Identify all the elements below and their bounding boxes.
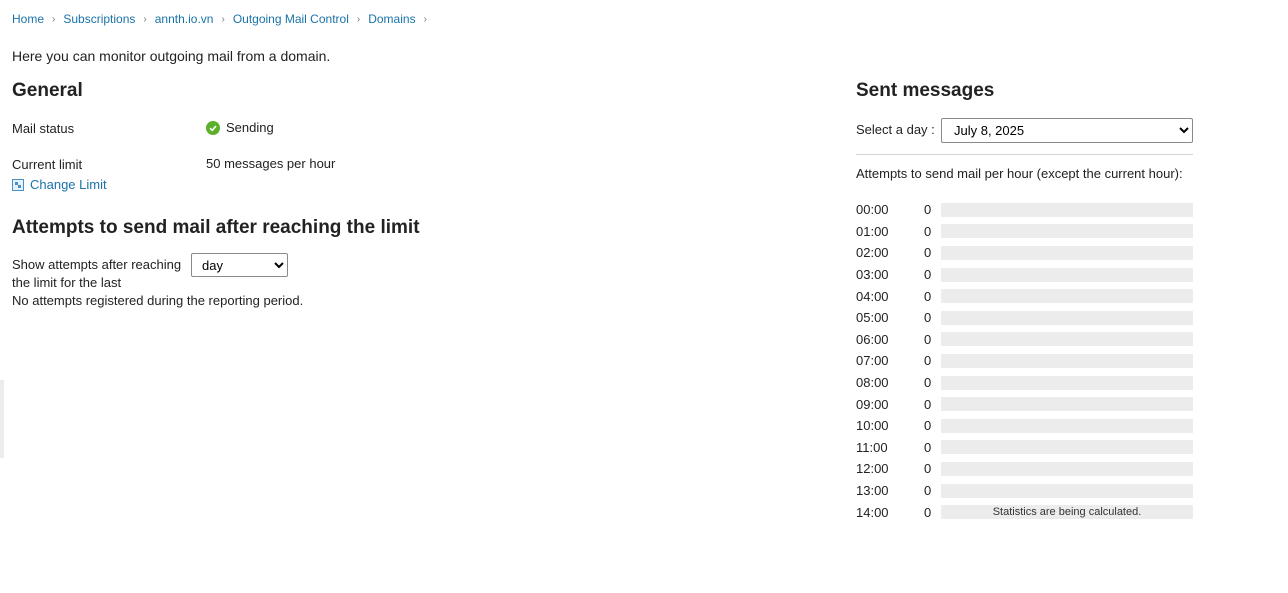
hour-bar <box>941 202 1193 217</box>
hour-row: 11:00 0 <box>856 437 1193 459</box>
breadcrumb-domains[interactable]: Domains <box>368 12 415 26</box>
hour-count: 0 <box>924 418 932 434</box>
hour-count: 0 <box>924 310 932 326</box>
general-heading: General <box>12 80 83 101</box>
chevron-right-icon: › <box>143 13 147 25</box>
hour-bar <box>941 267 1193 282</box>
hour-bar <box>941 245 1193 260</box>
hour-row: 10:00 0 <box>856 415 1193 437</box>
hour-bar <box>941 440 1193 455</box>
hour-label: 01:00 <box>856 223 889 239</box>
hour-row: 13:00 0 <box>856 480 1193 502</box>
hour-label: 05:00 <box>856 310 889 326</box>
hour-label: 04:00 <box>856 288 889 304</box>
chevron-right-icon: › <box>356 13 361 25</box>
attempts-heading: Attempts to send mail after reaching the… <box>12 217 420 238</box>
hour-bar <box>941 310 1193 325</box>
hour-bar: Statistics are being calculated. <box>941 505 1193 520</box>
select-day-label: Select a day : <box>856 122 935 137</box>
hour-count: 0 <box>924 375 932 391</box>
hour-bar <box>941 375 1193 390</box>
day-select[interactable]: July 8, 2025 <box>941 118 1193 143</box>
hour-label: 02:00 <box>856 245 889 261</box>
hour-bar <box>941 289 1193 304</box>
mail-status-label: Mail status <box>12 121 75 136</box>
hour-row: 14:00 0 Statistics are being calculated. <box>856 501 1193 523</box>
change-limit-icon <box>12 178 24 191</box>
show-attempts-label: Show attempts after reaching the limit f… <box>12 257 182 290</box>
chevron-right-icon: › <box>52 13 56 25</box>
hour-label: 07:00 <box>856 353 889 369</box>
divider <box>856 154 1193 155</box>
mail-status-text: Sending <box>226 120 274 135</box>
per-hour-label: Attempts to send mail per hour (except t… <box>856 166 1183 181</box>
hour-label: 09:00 <box>856 396 889 412</box>
chevron-right-icon: › <box>221 13 225 25</box>
check-circle-icon <box>206 120 220 135</box>
hour-row: 02:00 0 <box>856 242 1193 264</box>
hour-count: 0 <box>924 504 932 520</box>
hour-label: 10:00 <box>856 418 889 434</box>
hour-row: 07:00 0 <box>856 350 1193 372</box>
hour-bar <box>941 418 1193 433</box>
hour-label: 06:00 <box>856 331 889 347</box>
chevron-right-icon: › <box>423 13 427 25</box>
sent-messages-heading: Sent messages <box>856 80 995 101</box>
hour-count: 0 <box>924 267 932 283</box>
hour-count: 0 <box>924 245 932 261</box>
current-limit-label: Current limit <box>12 157 83 172</box>
breadcrumb-outgoing-mail-control[interactable]: Outgoing Mail Control <box>233 12 349 26</box>
change-limit-label: Change Limit <box>30 177 107 192</box>
hour-bar <box>941 353 1193 368</box>
hour-count: 0 <box>924 331 932 347</box>
mail-status-value: Sending <box>206 120 274 135</box>
side-panel-handle[interactable] <box>0 380 4 458</box>
hour-label: 03:00 <box>856 267 889 283</box>
hour-count: 0 <box>924 439 932 455</box>
hour-label: 12:00 <box>856 461 889 477</box>
breadcrumb-home[interactable]: Home <box>12 12 44 26</box>
hour-count: 0 <box>924 223 932 239</box>
hour-bar <box>941 397 1193 412</box>
hour-row: 08:00 0 <box>856 372 1193 394</box>
hour-bar <box>941 483 1193 498</box>
hour-row: 05:00 0 <box>856 307 1193 329</box>
hour-bar <box>941 332 1193 347</box>
hour-count: 0 <box>924 288 932 304</box>
hour-bar <box>941 461 1193 476</box>
period-select[interactable]: day <box>191 253 288 277</box>
change-limit-link[interactable]: Change Limit <box>12 177 107 192</box>
hour-label: 13:00 <box>856 483 889 499</box>
hour-label: 08:00 <box>856 375 889 391</box>
breadcrumb: Home › Subscriptions › annth.io.vn › Out… <box>12 12 435 26</box>
hour-row: 01:00 0 <box>856 221 1193 243</box>
hour-label: 11:00 <box>856 439 888 455</box>
hour-count: 0 <box>924 202 932 218</box>
no-attempts-text: No attempts registered during the report… <box>12 293 304 308</box>
hour-count: 0 <box>924 353 932 369</box>
hour-row: 03:00 0 <box>856 264 1193 286</box>
hour-count: 0 <box>924 396 932 412</box>
hour-count: 0 <box>924 483 932 499</box>
intro-text: Here you can monitor outgoing mail from … <box>12 48 331 64</box>
hour-row: 00:00 0 <box>856 199 1193 221</box>
hourly-stats-list: 00:00 0 01:00 0 02:00 0 03:00 0 04:00 0 05:00 0 06:0… <box>856 199 1193 523</box>
breadcrumb-domain[interactable]: annth.io.vn <box>155 12 214 26</box>
hour-count: 0 <box>924 461 932 477</box>
hour-row: 04:00 0 <box>856 285 1193 307</box>
hour-label: 14:00 <box>856 504 889 520</box>
hour-row: 06:00 0 <box>856 329 1193 351</box>
hour-row: 12:00 0 <box>856 458 1193 480</box>
hour-label: 00:00 <box>856 202 889 218</box>
hour-row: 09:00 0 <box>856 393 1193 415</box>
current-limit-value: 50 messages per hour <box>206 156 336 171</box>
breadcrumb-subscriptions[interactable]: Subscriptions <box>63 12 135 26</box>
hour-bar <box>941 224 1193 239</box>
stats-calculating-note: Statistics are being calculated. <box>992 506 1142 519</box>
